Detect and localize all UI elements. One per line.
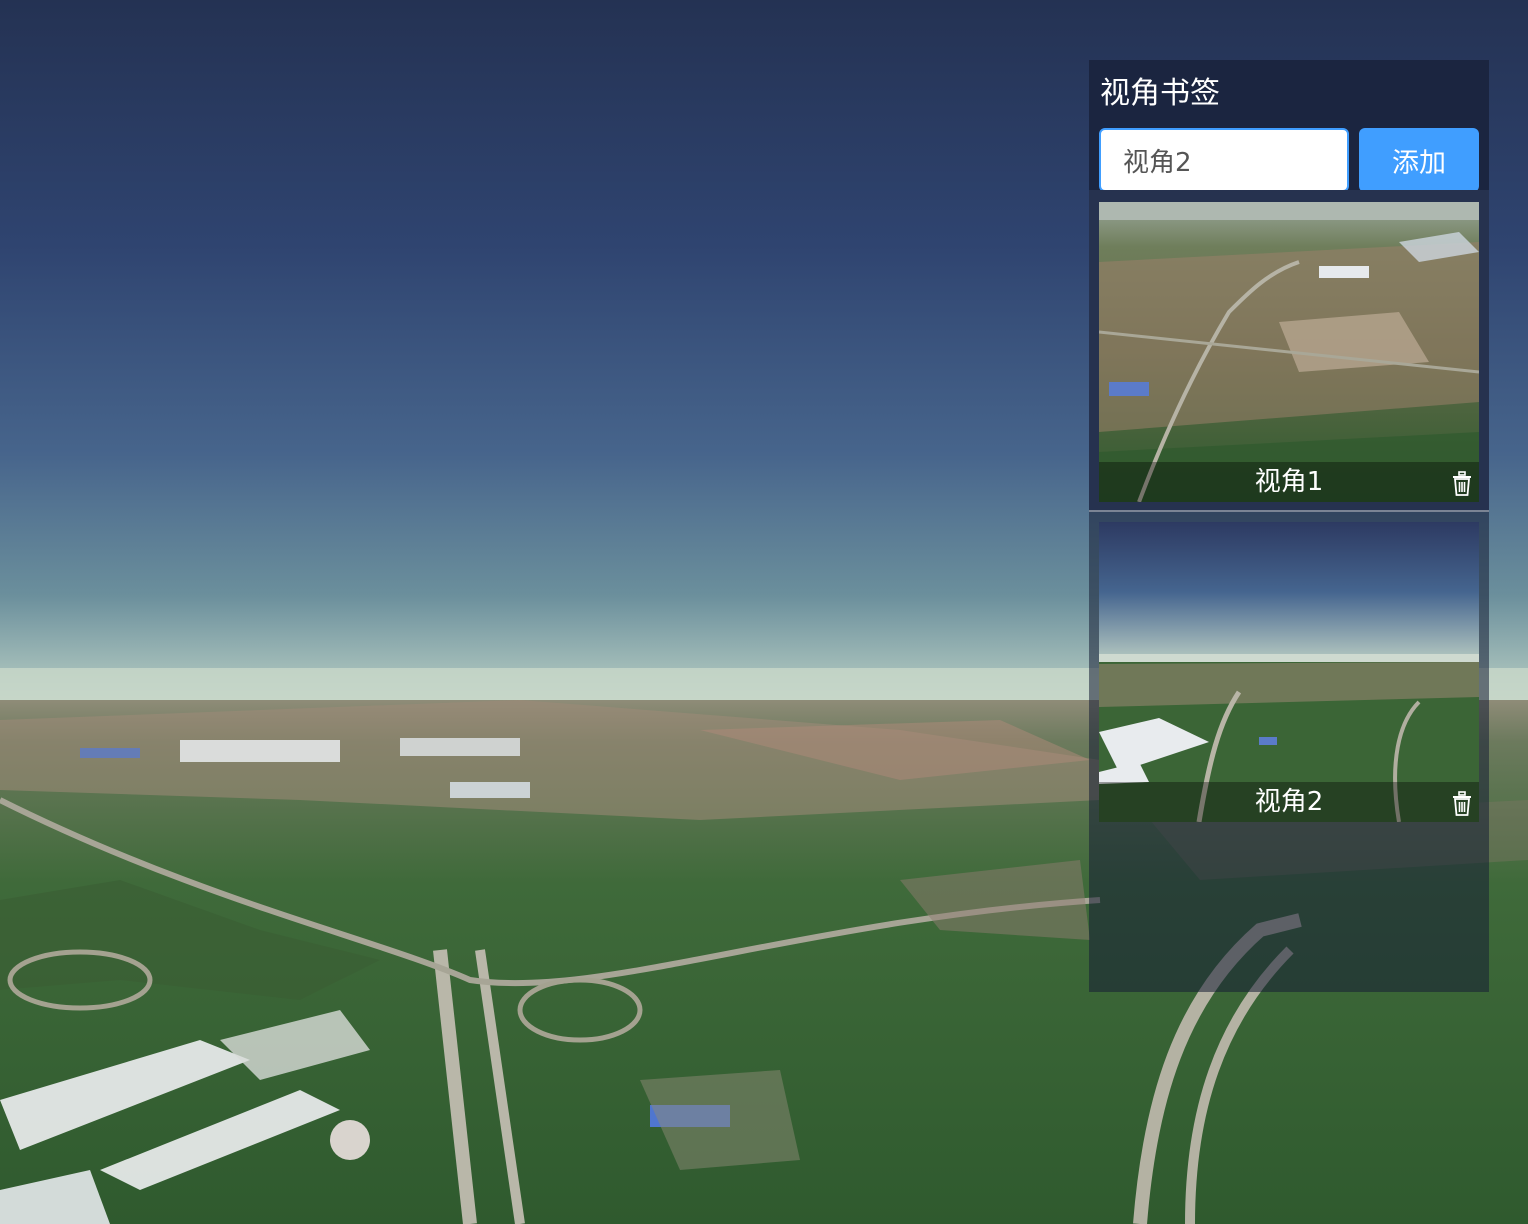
bookmark-panel: 视角书签 添加 <box>1089 60 1489 992</box>
bookmark-caption: 视角2 <box>1099 782 1479 822</box>
bookmark-name-input[interactable] <box>1099 128 1349 192</box>
bookmark-label: 视角2 <box>1254 787 1324 817</box>
bookmark-thumbnail[interactable] <box>1099 202 1479 502</box>
add-button[interactable]: 添加 <box>1359 128 1479 192</box>
bookmark-thumbnail[interactable] <box>1099 522 1479 822</box>
bookmark-label: 视角1 <box>1254 467 1324 497</box>
trash-icon[interactable] <box>1447 788 1477 818</box>
panel-title: 视角书签 <box>1100 76 1220 111</box>
globe-viewer[interactable]: 视角书签 添加 <box>0 0 1528 1224</box>
bookmark-card[interactable]: 视角1 <box>1099 202 1479 502</box>
divider <box>1089 510 1489 512</box>
trash-icon[interactable] <box>1447 468 1477 498</box>
bookmark-caption: 视角1 <box>1099 462 1479 502</box>
bookmark-card[interactable]: 视角2 <box>1099 522 1479 822</box>
